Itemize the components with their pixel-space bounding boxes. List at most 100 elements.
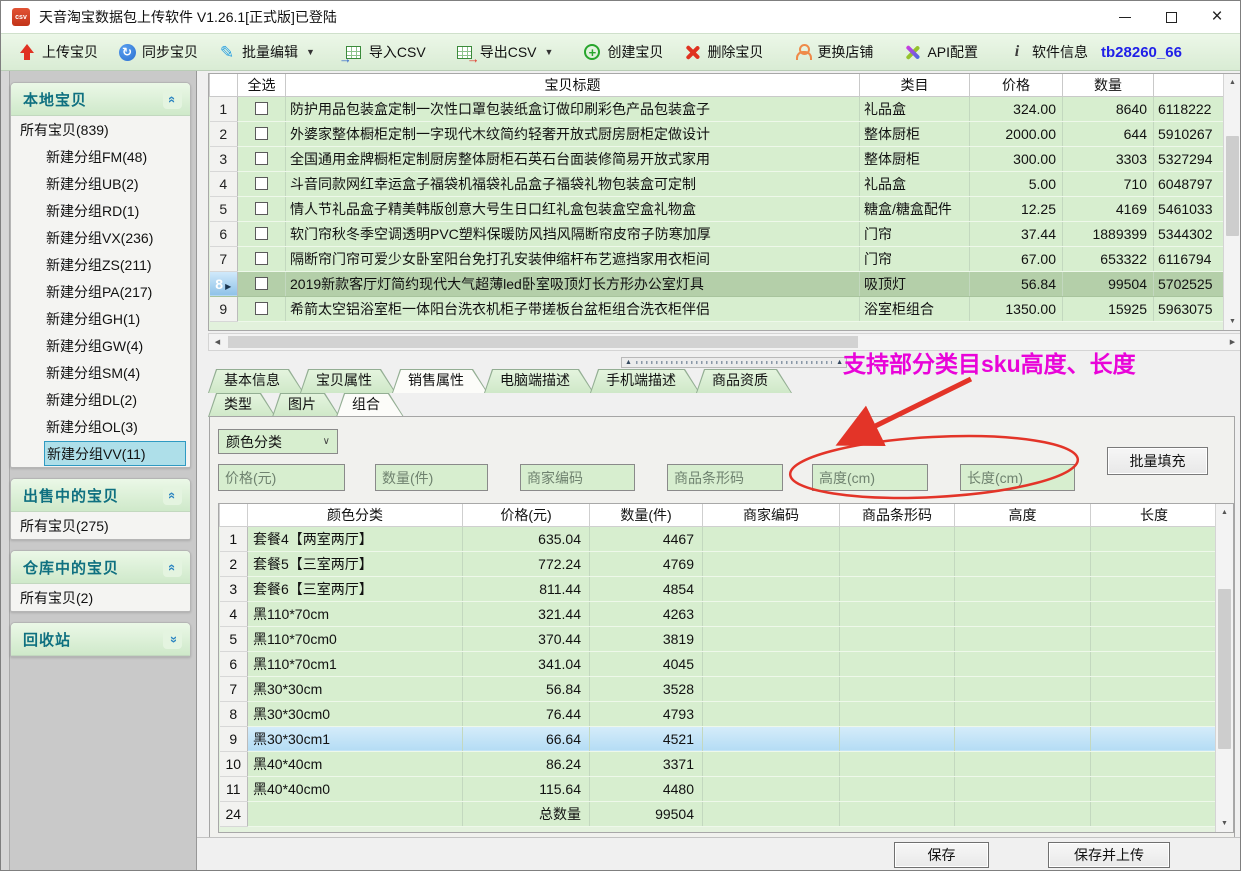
table-row[interactable]: 8▶2019新款客厅灯简约现代大气超薄led卧室吸顶灯长方形办公室灯具吸顶灯56… <box>210 271 1226 296</box>
price-cell[interactable]: 66.64 <box>463 726 590 751</box>
chevron-up-icon[interactable]: « <box>163 90 182 109</box>
table-row[interactable]: 2外婆家整体橱柜定制一字现代木纹简约轻奢开放式厨房厨柜定做设计整体厨柜2000.… <box>210 121 1226 146</box>
price-cell[interactable]: 300.00 <box>970 146 1063 171</box>
height-field[interactable] <box>812 464 928 491</box>
chevron-up-icon[interactable]: « <box>163 558 182 577</box>
merchant-code-cell[interactable] <box>703 576 840 601</box>
price-cell[interactable]: 370.44 <box>463 626 590 651</box>
merchant-code-cell[interactable] <box>703 651 840 676</box>
price-cell[interactable]: 12.25 <box>970 196 1063 221</box>
qty-cell[interactable]: 15925 <box>1063 296 1154 321</box>
sidebar-item[interactable]: 新建分组FM(48) <box>11 143 190 170</box>
switch-shop-button[interactable]: 更换店铺 <box>786 39 880 65</box>
height-cell[interactable] <box>955 551 1091 576</box>
price-cell[interactable]: 56.84 <box>970 271 1063 296</box>
software-info-button[interactable]: i软件信息 <box>1001 39 1095 65</box>
color-cell[interactable] <box>248 801 463 826</box>
length-cell[interactable] <box>1091 676 1218 701</box>
row-number-cell[interactable]: 7 <box>220 676 248 701</box>
checkbox-cell[interactable] <box>238 121 286 146</box>
height-cell[interactable] <box>955 676 1091 701</box>
length-field[interactable] <box>960 464 1075 491</box>
sidebar-item[interactable]: 新建分组VV(11) <box>44 441 186 466</box>
barcode-cell[interactable] <box>840 576 955 601</box>
row-checkbox[interactable] <box>255 252 268 265</box>
row-number-cell[interactable]: 8 <box>220 701 248 726</box>
id-cell[interactable]: 6048797 <box>1154 171 1226 196</box>
sidebar-item[interactable]: 新建分组UB(2) <box>11 170 190 197</box>
checkbox-cell[interactable] <box>238 221 286 246</box>
table-row[interactable]: 4黑110*70cm321.444263 <box>220 601 1218 626</box>
table-row[interactable]: 4斗音同款网红幸运盒子福袋机福袋礼品盒子福袋礼物包装盒可定制礼品盒5.00710… <box>210 171 1226 196</box>
qty-cell[interactable]: 4169 <box>1063 196 1154 221</box>
chevron-down-icon[interactable]: « <box>163 630 182 649</box>
sidebar-item[interactable]: 所有宝贝(275) <box>11 512 190 539</box>
color-cell[interactable]: 黑110*70cm1 <box>248 651 463 676</box>
batch-fill-button[interactable]: 批量填充 <box>1107 447 1208 475</box>
table-row[interactable]: 6黑110*70cm1341.044045 <box>220 651 1218 676</box>
minimize-button[interactable] <box>1102 1 1148 33</box>
merchant-code-cell[interactable] <box>703 526 840 551</box>
vscroll-thumb[interactable] <box>1218 589 1231 749</box>
barcode-cell[interactable] <box>840 676 955 701</box>
table-row[interactable]: 9黑30*30cm166.644521 <box>220 726 1218 751</box>
height-cell[interactable] <box>955 651 1091 676</box>
barcode-cell[interactable] <box>840 626 955 651</box>
height-cell[interactable] <box>955 776 1091 801</box>
merchant-code-cell[interactable] <box>703 801 840 826</box>
table-row[interactable]: 5黑110*70cm0370.443819 <box>220 626 1218 651</box>
export-csv-button[interactable]: →导出CSV▼ <box>449 39 561 65</box>
sidebar-item[interactable]: 所有宝贝(2) <box>11 584 190 611</box>
barcode-cell[interactable] <box>840 776 955 801</box>
color-cell[interactable]: 套餐6【三室两厅】 <box>248 576 463 601</box>
tab-mobile-description[interactable]: 手机端描述 <box>590 369 700 393</box>
create-item-button[interactable]: +创建宝贝 <box>576 39 670 65</box>
row-checkbox[interactable] <box>255 102 268 115</box>
import-csv-button[interactable]: →导入CSV <box>338 39 433 65</box>
item-title-cell[interactable]: 2019新款客厅灯简约现代大气超薄led卧室吸顶灯长方形办公室灯具 <box>286 271 860 296</box>
merchant-code-cell[interactable] <box>703 726 840 751</box>
barcode-cell[interactable] <box>840 651 955 676</box>
sidebar-section-header[interactable]: 仓库中的宝贝« <box>11 551 190 584</box>
color-cell[interactable]: 套餐4【两室两厅】 <box>248 526 463 551</box>
maximize-button[interactable] <box>1148 1 1194 33</box>
category-cell[interactable]: 糖盒/糖盒配件 <box>860 196 970 221</box>
qty-header[interactable]: 数量 <box>1063 74 1154 96</box>
panel-splitter[interactable]: ▲ ▲ <box>621 357 847 368</box>
qty-cell[interactable]: 4045 <box>590 651 703 676</box>
table-row[interactable]: 11黑40*40cm0115.644480 <box>220 776 1218 801</box>
item-title-cell[interactable]: 防护用品包装盒定制一次性口罩包装纸盒订做印刷彩色产品包装盒子 <box>286 96 860 121</box>
table-row[interactable]: 9希箭太空铝浴室柜一体阳台洗衣机柜子带搓板台盆柜组合洗衣柜伴侣浴室柜组合1350… <box>210 296 1226 321</box>
length-cell[interactable] <box>1091 776 1218 801</box>
quantity-field[interactable] <box>375 464 488 491</box>
vscroll-thumb[interactable] <box>1226 136 1239 236</box>
id-cell[interactable]: 5910267 <box>1154 121 1226 146</box>
table-row[interactable]: 3全国通用金牌橱柜定制厨房整体厨柜石英石台面装修简易开放式家用整体厨柜300.0… <box>210 146 1226 171</box>
id-cell[interactable]: 6118222 <box>1154 96 1226 121</box>
item-title-cell[interactable]: 软门帘秋冬季空调透明PVC塑料保暖防风挡风隔断帘皮帘子防寒加厚 <box>286 221 860 246</box>
checkbox-cell[interactable] <box>238 246 286 271</box>
qty-cell[interactable]: 4467 <box>590 526 703 551</box>
item-title-cell[interactable]: 外婆家整体橱柜定制一字现代木纹简约轻奢开放式厨房厨柜定做设计 <box>286 121 860 146</box>
price-header[interactable]: 价格(元) <box>463 504 590 526</box>
checkbox-cell[interactable] <box>238 296 286 321</box>
scroll-down-icon[interactable]: ▼ <box>1224 313 1241 330</box>
color-cell[interactable]: 黑110*70cm0 <box>248 626 463 651</box>
color-header[interactable]: 颜色分类 <box>248 504 463 526</box>
color-cell[interactable]: 黑30*30cm <box>248 676 463 701</box>
row-number-cell[interactable]: 6 <box>220 651 248 676</box>
height-cell[interactable] <box>955 526 1091 551</box>
sidebar-item[interactable]: 新建分组DL(2) <box>11 386 190 413</box>
sidebar-item[interactable]: 新建分组RD(1) <box>11 197 190 224</box>
row-number-cell[interactable]: 2 <box>210 121 238 146</box>
merchant-code-field[interactable] <box>520 464 635 491</box>
table-row[interactable]: 7隔断帘门帘可爱少女卧室阳台免打孔安装伸缩杆布艺遮挡家用衣柜间门帘67.0065… <box>210 246 1226 271</box>
category-cell[interactable]: 礼品盒 <box>860 171 970 196</box>
tab-combination[interactable]: 组合 <box>336 393 404 417</box>
checkbox-cell[interactable] <box>238 196 286 221</box>
price-header[interactable]: 价格 <box>970 74 1063 96</box>
id-header[interactable] <box>1154 74 1226 96</box>
qty-cell[interactable]: 653322 <box>1063 246 1154 271</box>
category-header[interactable]: 类目 <box>860 74 970 96</box>
item-table-vscrollbar[interactable]: ▲ ▼ <box>1223 74 1241 330</box>
